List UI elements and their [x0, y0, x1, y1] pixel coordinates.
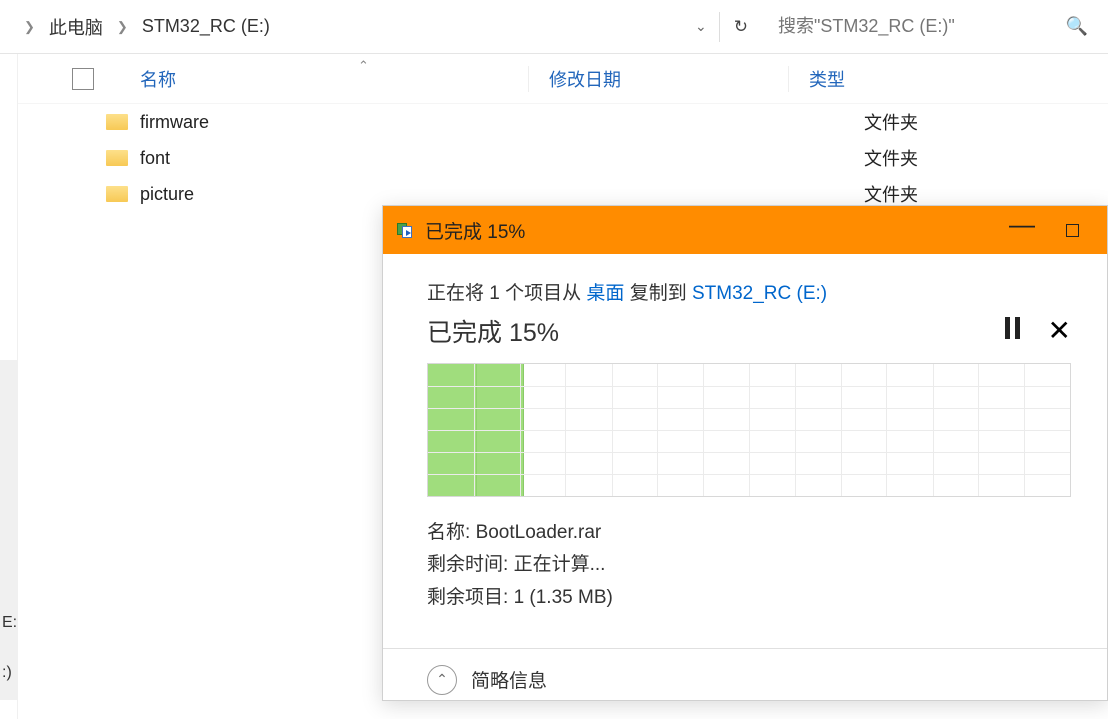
- detail-time: 剩余时间: 正在计算...: [427, 549, 1071, 581]
- file-row[interactable]: font 文件夹: [18, 140, 1108, 176]
- copy-icon: [397, 223, 415, 237]
- file-type: 文件夹: [860, 145, 1108, 171]
- sort-caret-icon: ⌃: [358, 58, 369, 74]
- dialog-titlebar[interactable]: 已完成 15% —: [383, 206, 1107, 254]
- folder-icon: [106, 186, 128, 202]
- search-input[interactable]: [778, 16, 1058, 37]
- folder-icon: [106, 114, 128, 130]
- maximize-button[interactable]: [1047, 214, 1097, 246]
- file-row[interactable]: firmware 文件夹: [18, 104, 1108, 140]
- search-box: 🔍: [768, 9, 1098, 45]
- folder-icon: [106, 150, 128, 166]
- minimize-button[interactable]: —: [997, 214, 1047, 246]
- column-header-type[interactable]: 类型: [788, 66, 1108, 92]
- breadcrumb: ❯ 此电脑 ❯ STM32_RC (E:) ⌄: [20, 12, 719, 42]
- desc-text: 复制到: [624, 283, 692, 304]
- copy-description: 正在将 1 个项目从 桌面 复制到 STM32_RC (E:): [427, 278, 1071, 305]
- refresh-button[interactable]: ↻: [719, 12, 762, 42]
- pause-icon: [1005, 317, 1020, 339]
- file-type: 文件夹: [860, 109, 1108, 135]
- chevron-right-icon[interactable]: ❯: [113, 19, 132, 35]
- collapse-details-button[interactable]: ⌃: [427, 665, 457, 695]
- dropdown-arrow-icon[interactable]: ⌄: [683, 18, 719, 35]
- file-name: picture: [140, 184, 600, 205]
- cancel-button[interactable]: ✕: [1048, 317, 1071, 345]
- column-header-name[interactable]: 名称 ⌃: [68, 66, 528, 92]
- footer-label[interactable]: 简略信息: [471, 666, 547, 693]
- drive-label-fragment: E:: [2, 614, 17, 664]
- throughput-chart: [427, 363, 1071, 497]
- destination-link[interactable]: STM32_RC (E:): [692, 283, 827, 304]
- search-icon[interactable]: 🔍: [1058, 16, 1088, 37]
- progress-text: 已完成 15%: [427, 313, 559, 349]
- file-name: font: [140, 148, 600, 169]
- column-header-name-label: 名称: [140, 70, 176, 90]
- source-link[interactable]: 桌面: [586, 283, 624, 304]
- column-headers: 名称 ⌃ 修改日期 类型: [18, 54, 1108, 104]
- column-header-date[interactable]: 修改日期: [528, 66, 788, 92]
- pause-button[interactable]: [1005, 317, 1020, 345]
- chevron-up-icon: ⌃: [436, 671, 448, 688]
- address-bar: ❯ 此电脑 ❯ STM32_RC (E:) ⌄ ↻ 🔍: [0, 0, 1108, 54]
- dialog-footer: ⌃ 简略信息: [383, 648, 1107, 695]
- detail-name: 名称: BootLoader.rar: [427, 517, 1071, 549]
- breadcrumb-item-drive[interactable]: STM32_RC (E:): [138, 14, 274, 39]
- desc-text: 正在将 1 个项目从: [427, 283, 586, 304]
- dialog-title: 已完成 15%: [425, 217, 997, 244]
- copy-progress-dialog: 已完成 15% — 正在将 1 个项目从 桌面 复制到 STM32_RC (E:…: [382, 205, 1108, 701]
- chevron-right-icon[interactable]: ❯: [20, 19, 39, 35]
- breadcrumb-item-pc[interactable]: 此电脑: [45, 12, 107, 42]
- file-type: 文件夹: [860, 181, 1108, 207]
- detail-items: 剩余项目: 1 (1.35 MB): [427, 582, 1071, 614]
- drive-label-fragment: :): [2, 664, 17, 714]
- file-name: firmware: [140, 112, 600, 133]
- sidebar-fragment: E: :): [2, 614, 17, 714]
